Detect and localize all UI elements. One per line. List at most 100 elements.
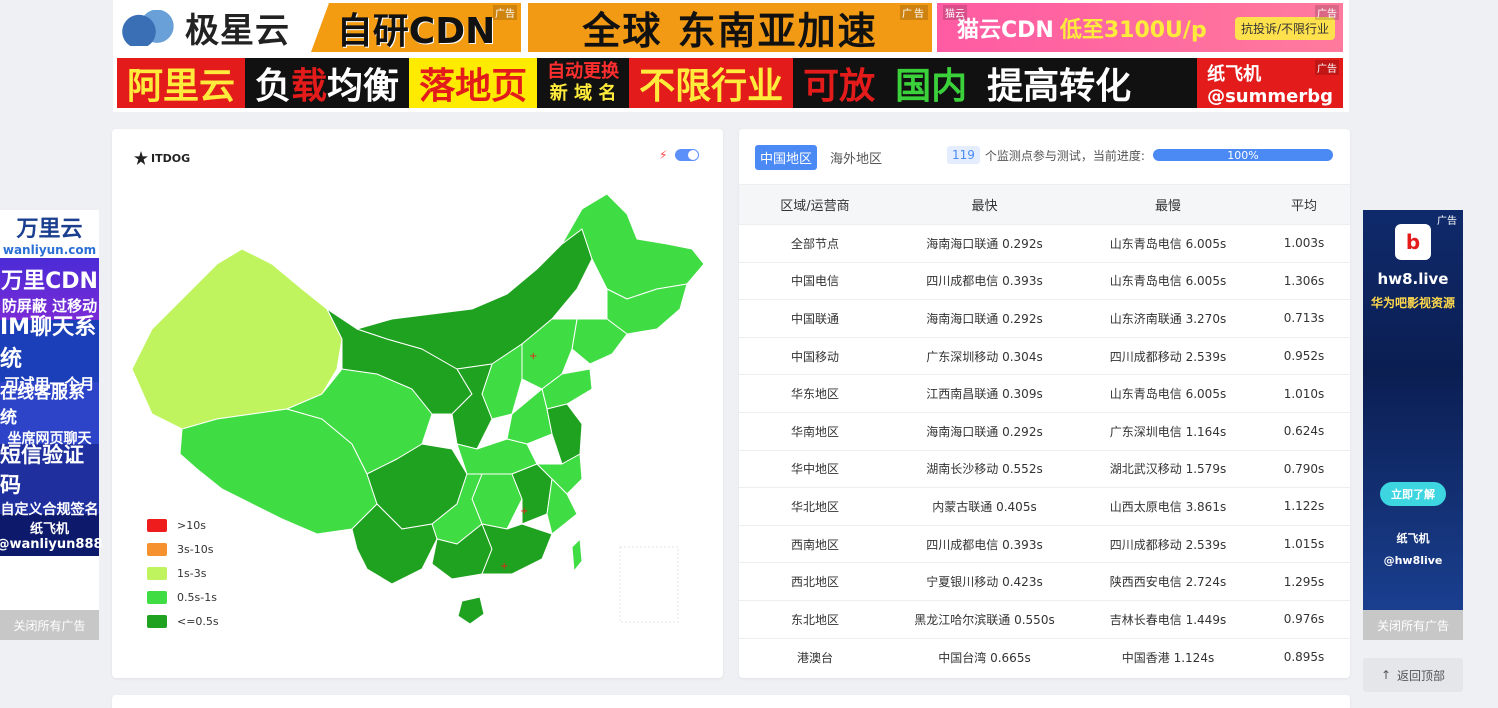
- tab-china[interactable]: 中国地区: [755, 145, 818, 170]
- monitor-text: 个监测点参与测试，当前进度:: [984, 148, 1145, 163]
- cell-fastest: 中国台湾 0.665s: [891, 637, 1078, 676]
- ad-tag: 广告: [1315, 5, 1339, 20]
- ad-telegram: 纸飞机 @wanliyun888: [0, 514, 103, 556]
- speed-legend: >10s 3s-10s 1s-3s 0.5s-1s <=0.5s: [147, 513, 219, 633]
- learn-more-button[interactable]: 立即了解: [1380, 482, 1446, 506]
- cell-average: 0.713s: [1258, 299, 1350, 338]
- ad-seg-lb: 负载均衡: [255, 66, 400, 107]
- bottom-card: [112, 695, 1350, 708]
- ad-telegram: 纸飞机 @hw8live: [1383, 532, 1443, 567]
- cell-fastest: 广东深圳移动 0.304s: [891, 336, 1078, 375]
- table-row: 中国电信 四川成都电信 0.393s 山东青岛电信 6.005s 1.306s: [739, 261, 1350, 300]
- star-icon: [134, 151, 148, 165]
- cell-slowest: 湖北武汉移动 1.579s: [1078, 449, 1258, 488]
- ad-tag: 广告: [1315, 60, 1339, 75]
- region-hainan: [457, 596, 485, 625]
- cell-region: 中国移动: [739, 336, 891, 375]
- map-card: ITDOG ⚡ + + + >10s 3s-10s 1s-3s 0.5s-1s …: [112, 129, 723, 678]
- table-header-row: 区域/运营商 最快 最慢 平均: [739, 184, 1350, 225]
- cell-slowest: 吉林长春电信 1.449s: [1078, 599, 1258, 639]
- ad-tag: 广告: [493, 5, 517, 20]
- back-to-top-label: 返回顶部: [1397, 668, 1446, 683]
- cell-average: 0.952s: [1258, 336, 1350, 375]
- marker-red: +: [529, 351, 537, 362]
- table-row: 西南地区 四川成都电信 0.393s 四川成都移动 2.539s 1.015s: [739, 524, 1350, 563]
- table-row: 中国联通 海南海口联通 0.292s 山东济南联通 3.270s 0.713s: [739, 299, 1350, 338]
- cell-fastest: 黑龙江哈尔滨联通 0.550s: [891, 599, 1078, 639]
- south-china-sea-inset: [619, 546, 679, 623]
- results-card: 中国地区 海外地区 119 个监测点参与测试，当前进度: 100% 区域/运营商…: [739, 129, 1350, 678]
- cell-slowest: 广东深圳电信 1.164s: [1078, 411, 1258, 451]
- ad-tail: 自研CDN: [311, 3, 521, 52]
- region-tabs: 中国地区 海外地区: [755, 145, 887, 170]
- cell-fastest: 四川成都电信 0.393s: [891, 524, 1078, 563]
- close-all-ads-button[interactable]: 关闭所有广告: [0, 610, 99, 640]
- ad-brand-tag: 猫云: [943, 5, 967, 20]
- cell-slowest: 四川成都移动 2.539s: [1078, 524, 1258, 563]
- table-row: 华东地区 江西南昌联通 0.309s 山东青岛电信 6.005s 1.010s: [739, 374, 1350, 413]
- arrow-up-icon: ↑: [1380, 668, 1392, 682]
- legend-item: 1s-3s: [147, 561, 219, 585]
- legend-swatch: [147, 542, 167, 556]
- ad-name: 猫云CDN: [957, 17, 1054, 43]
- tab-overseas[interactable]: 海外地区: [825, 145, 887, 170]
- cell-region: 华东地区: [739, 374, 891, 413]
- itdog-logo: ITDOG: [134, 151, 190, 165]
- legend-swatch: [147, 566, 167, 580]
- right-side-ad[interactable]: 广告 b hw8.live 华为吧影视资源 立即了解 纸飞机 @hw8live 关…: [1363, 210, 1463, 640]
- cell-average: 1.010s: [1258, 374, 1350, 413]
- cell-average: 1.306s: [1258, 261, 1350, 300]
- cell-region: 中国联通: [739, 299, 891, 338]
- cell-fastest: 海南海口联通 0.292s: [891, 299, 1078, 338]
- cell-average: 0.624s: [1258, 411, 1350, 451]
- header-fastest: 最快: [891, 184, 1078, 225]
- region-taiwan: [571, 538, 583, 572]
- cell-average: 0.895s: [1258, 637, 1350, 676]
- ad-kf: 在线客服系统 坐席网页聊天: [0, 382, 99, 447]
- table-row: 东北地区 黑龙江哈尔滨联通 0.550s 吉林长春电信 1.449s 0.976s: [739, 599, 1350, 639]
- table-row: 港澳台 中国台湾 0.665s 中国香港 1.124s 0.895s: [739, 637, 1350, 676]
- cell-fastest: 湖南长沙移动 0.552s: [891, 449, 1078, 488]
- left-side-ad[interactable]: 万里云 wanliyun.com 万里CDN 防屏蔽 过移动 IM聊天系统 可试用一个…: [0, 210, 103, 640]
- ad-banner-jixingyun[interactable]: 极星云 自研CDN 广告: [117, 3, 521, 52]
- header-region: 区域/运营商: [739, 184, 891, 225]
- monitor-count: 119: [947, 146, 980, 164]
- cell-region: 全部节点: [739, 224, 891, 263]
- cell-slowest: 陕西西安电信 2.724s: [1078, 562, 1258, 601]
- cell-region: 中国电信: [739, 261, 891, 300]
- mode-toggle[interactable]: [675, 149, 699, 161]
- cell-fastest: 海南海口联通 0.292s: [891, 224, 1078, 263]
- cell-average: 1.295s: [1258, 562, 1350, 601]
- cell-slowest: 山西太原电信 3.861s: [1078, 487, 1258, 526]
- ad-seg-brand: 阿里云: [117, 58, 246, 108]
- cell-slowest: 山东青岛电信 6.005s: [1078, 224, 1258, 263]
- header-slowest: 最慢: [1078, 184, 1258, 225]
- legend-item: 0.5s-1s: [147, 585, 219, 609]
- table-row: 全部节点 海南海口联通 0.292s 山东青岛电信 6.005s 1.003s: [739, 224, 1350, 263]
- cell-slowest: 山东青岛电信 6.005s: [1078, 261, 1258, 300]
- cell-slowest: 中国香港 1.124s: [1078, 637, 1258, 676]
- cell-region: 西北地区: [739, 562, 891, 601]
- cell-average: 1.122s: [1258, 487, 1350, 526]
- cell-region: 华北地区: [739, 487, 891, 526]
- ad-seg-auto: 自动更换新 域 名: [547, 61, 620, 104]
- ad-banner-sea[interactable]: 全球 东南亚加速 广告: [528, 3, 932, 52]
- cell-slowest: 山东济南联通 3.270s: [1078, 299, 1258, 338]
- table-row: 中国移动 广东深圳移动 0.304s 四川成都移动 2.539s 0.952s: [739, 336, 1350, 375]
- cell-region: 西南地区: [739, 524, 891, 563]
- back-to-top-button[interactable]: ↑ 返回顶部: [1363, 658, 1463, 692]
- ad-seg-domestic: 国内: [895, 66, 968, 107]
- ad-banner-maoyun[interactable]: 猫云CDN 低至3100U/p 抗投诉/不限行业 猫云 广告: [937, 3, 1343, 52]
- cell-average: 1.003s: [1258, 224, 1350, 263]
- cell-region: 华中地区: [739, 449, 891, 488]
- ad-banner-aliyun[interactable]: 阿里云 负载均衡 落地页 自动更换新 域 名 不限行业 可放 国内 提高转化 纸…: [117, 58, 1343, 108]
- progress-bar: 100%: [1152, 149, 1333, 162]
- cell-region: 东北地区: [739, 599, 891, 639]
- ad-site: hw8.live: [1377, 270, 1449, 288]
- ad-seg-ok: 可放: [803, 66, 876, 107]
- ad-desc: 华为吧影视资源: [1370, 296, 1455, 310]
- table-row: 华中地区 湖南长沙移动 0.552s 湖北武汉移动 1.579s 0.790s: [739, 449, 1350, 488]
- cell-slowest: 山东青岛电信 6.005s: [1078, 374, 1258, 413]
- close-all-ads-button[interactable]: 关闭所有广告: [1363, 610, 1463, 640]
- region-jiangsu: [546, 403, 583, 465]
